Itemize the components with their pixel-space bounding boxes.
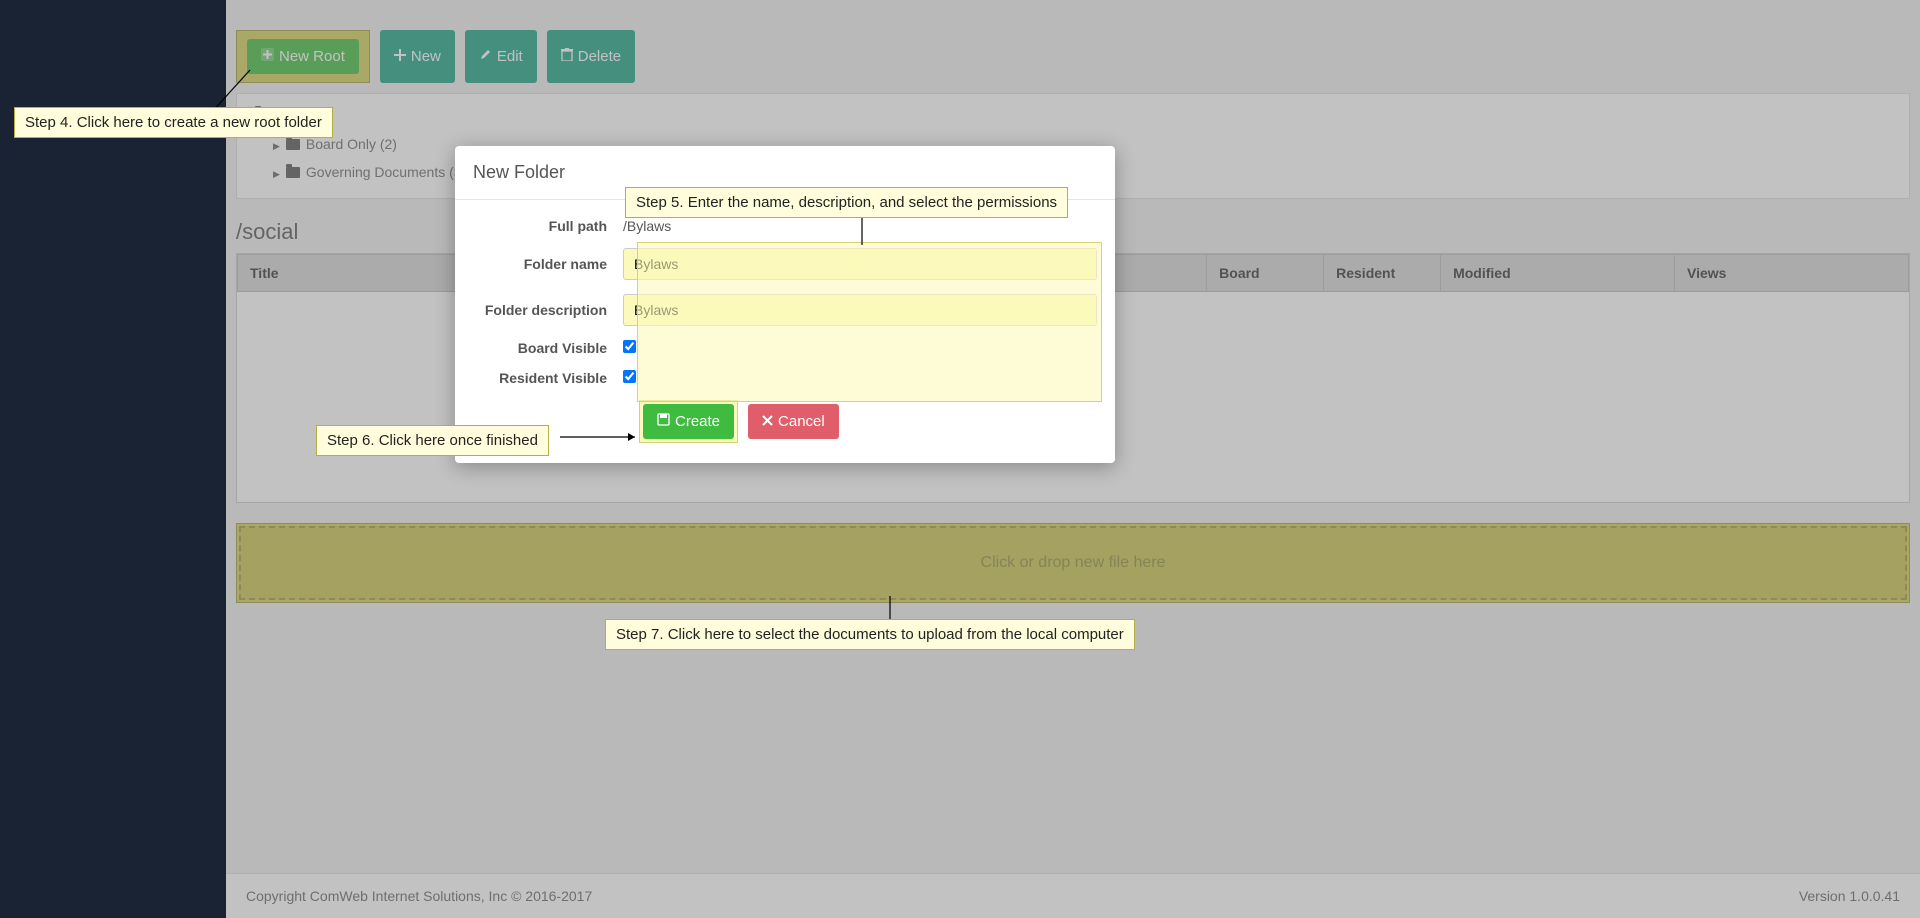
dropzone-highlight: Click or drop new file here bbox=[236, 523, 1910, 603]
delete-button[interactable]: Delete bbox=[547, 30, 635, 83]
new-button[interactable]: New bbox=[380, 30, 455, 83]
version: Version 1.0.0.41 bbox=[1799, 888, 1900, 904]
full-path-value: /Bylaws bbox=[623, 218, 1097, 234]
folder-name-input[interactable] bbox=[623, 248, 1097, 280]
folders-root[interactable]: Folders bbox=[255, 106, 1891, 122]
folder-desc-input[interactable] bbox=[623, 294, 1097, 326]
label-full-path: Full path bbox=[473, 218, 623, 234]
board-visible-checkbox[interactable] bbox=[623, 340, 636, 353]
copyright: Copyright ComWeb Internet Solutions, Inc… bbox=[246, 888, 592, 904]
label-folder-name: Folder name bbox=[473, 256, 623, 272]
callout-step5: Step 5. Enter the name, description, and… bbox=[625, 187, 1068, 218]
close-icon bbox=[762, 413, 773, 430]
col-board[interactable]: Board bbox=[1207, 255, 1324, 292]
resident-visible-checkbox[interactable] bbox=[623, 370, 636, 383]
caret-icon bbox=[273, 164, 280, 180]
label-folder-desc: Folder description bbox=[473, 302, 623, 318]
file-dropzone[interactable]: Click or drop new file here bbox=[239, 526, 1907, 600]
toolbar: New Root New Edit Delete bbox=[226, 0, 1920, 93]
save-icon bbox=[657, 413, 670, 430]
label-board-visible: Board Visible bbox=[473, 340, 623, 356]
edit-button[interactable]: Edit bbox=[465, 30, 537, 83]
new-root-button[interactable]: New Root bbox=[247, 39, 359, 74]
pencil-icon bbox=[479, 48, 492, 65]
create-button[interactable]: Create bbox=[643, 404, 734, 439]
col-views[interactable]: Views bbox=[1675, 255, 1909, 292]
col-resident[interactable]: Resident bbox=[1324, 255, 1441, 292]
trash-icon bbox=[561, 48, 573, 65]
cancel-button[interactable]: Cancel bbox=[748, 404, 839, 439]
folder-icon bbox=[286, 139, 300, 150]
new-root-label: New Root bbox=[279, 48, 345, 65]
callout-step4: Step 4. Click here to create a new root … bbox=[14, 107, 333, 138]
plus-icon bbox=[394, 48, 406, 65]
plus-icon bbox=[261, 48, 274, 65]
caret-icon bbox=[273, 136, 280, 152]
col-modified[interactable]: Modified bbox=[1441, 255, 1675, 292]
callout-step6: Step 6. Click here once finished bbox=[316, 425, 549, 456]
callout-step7: Step 7. Click here to select the documen… bbox=[605, 619, 1135, 650]
label-resident-visible: Resident Visible bbox=[473, 370, 623, 386]
footer: Copyright ComWeb Internet Solutions, Inc… bbox=[226, 873, 1920, 918]
folder-icon bbox=[286, 167, 300, 178]
